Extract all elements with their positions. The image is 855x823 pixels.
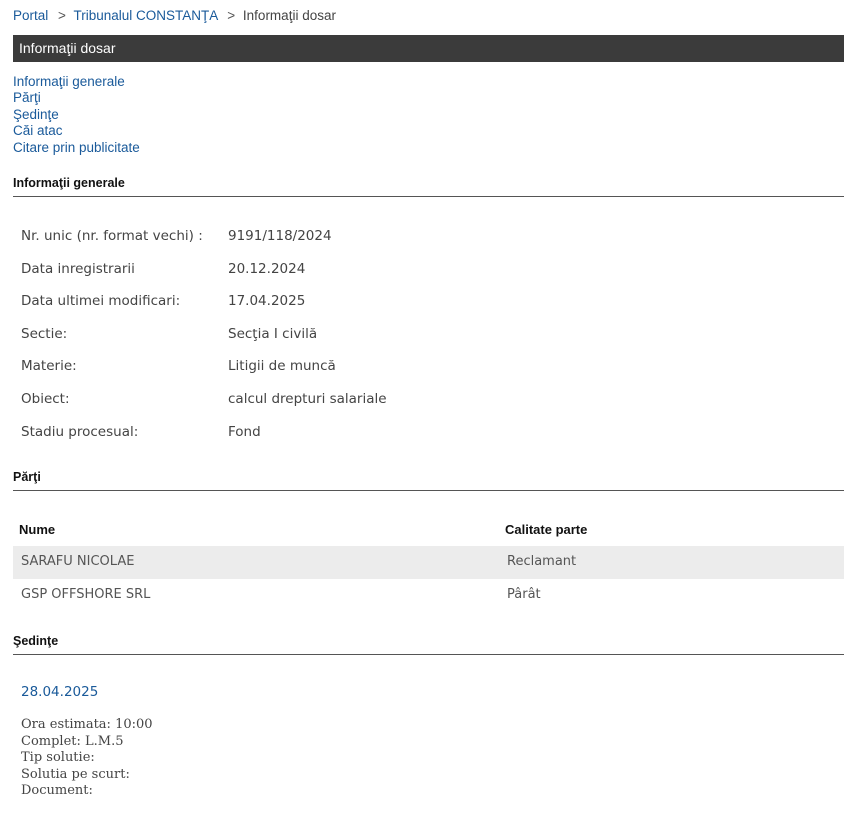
info-label: Materie: [21,358,77,374]
anchor-parti[interactable]: Părţi [13,90,140,106]
breadcrumb-separator: > [58,8,66,23]
info-value: calcul drepturi salariale [228,391,387,407]
info-value: 9191/118/2024 [228,228,332,244]
breadcrumb-portal-link[interactable]: Portal [13,8,48,23]
party-role: Reclamant [507,554,577,569]
column-header-nume: Nume [19,522,56,537]
info-label: Sectie: [21,326,68,342]
session-tip-solutie: Tip solutie: [21,750,95,765]
party-role: Pârât [507,587,541,602]
info-value: Fond [228,424,261,440]
column-header-calitate-parte: Calitate parte [505,522,588,537]
section-heading-sedinte: Şedinţe [13,634,844,655]
info-value: 17.04.2025 [228,293,306,309]
info-label: Obiect: [21,391,70,407]
anchor-citare-prin-publicitate[interactable]: Citare prin publicitate [13,140,140,156]
anchor-informatii-generale[interactable]: Informaţii generale [13,74,140,90]
info-label: Stadiu procesual: [21,424,139,440]
info-value: Litigii de muncă [228,358,336,374]
section-anchor-list: Informaţii generale Părţi Şedinţe Căi at… [13,74,140,156]
breadcrumb: Portal > Tribunalul CONSTANŢA > Informaţ… [13,8,336,23]
breadcrumb-current: Informaţii dosar [242,8,336,23]
session-document: Document: [21,783,93,798]
info-label: Data ultimei modificari: [21,293,181,309]
info-value: 20.12.2024 [228,261,306,277]
session-complet: Complet: L.M.5 [21,733,124,749]
info-label: Data inregistrarii [21,261,135,277]
session-ora-estimata: Ora estimata: 10:00 [21,717,153,732]
parti-table-header: Nume Calitate parte [13,516,844,544]
party-name: GSP OFFSHORE SRL [21,587,151,602]
party-name: SARAFU NICOLAE [21,554,135,569]
session-date: 28.04.2025 [21,684,99,700]
section-heading-informatii-generale: Informaţii generale [13,176,844,197]
table-row: GSP OFFSHORE SRL Pârât [13,579,844,612]
session-solutia-pe-scurt: Solutia pe scurt: [21,766,130,782]
table-row: SARAFU NICOLAE Reclamant [13,546,844,579]
breadcrumb-separator: > [227,8,236,23]
session-details: Ora estimata: 10:00 Complet: L.M.5 Tip s… [21,717,153,800]
anchor-cai-atac[interactable]: Căi atac [13,123,140,139]
section-heading-parti: Părţi [13,470,844,491]
breadcrumb-tribunal-link[interactable]: Tribunalul CONSTANŢA [73,8,217,23]
page-title: Informaţii dosar [13,35,844,62]
anchor-sedinte[interactable]: Şedinţe [13,107,140,123]
info-label: Nr. unic (nr. format vechi) : [21,228,203,244]
info-value: Secţia I civilă [228,326,318,342]
